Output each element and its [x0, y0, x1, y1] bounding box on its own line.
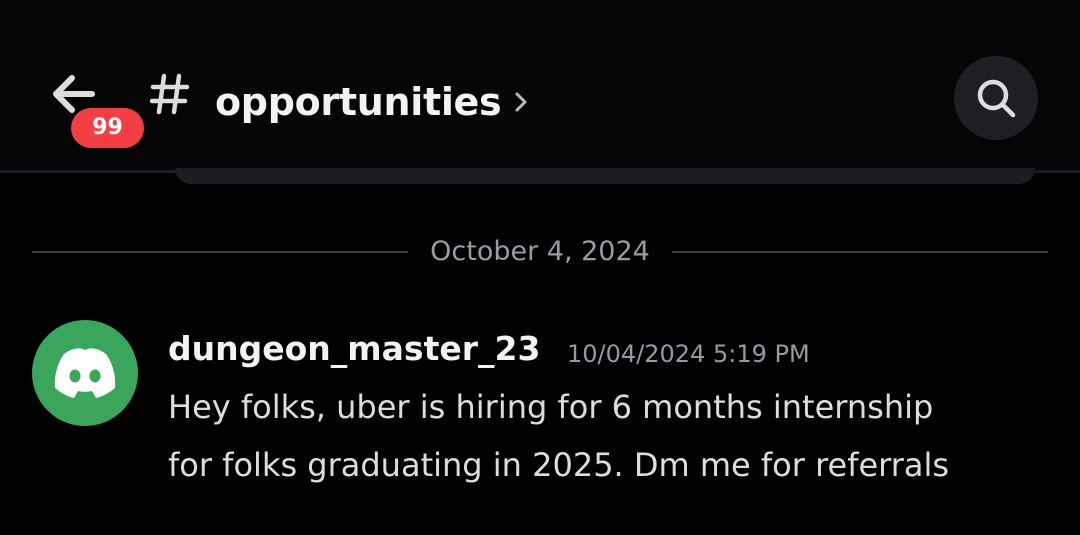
avatar[interactable] [32, 320, 138, 426]
divider-line [32, 251, 408, 253]
message-line: Hey folks, uber is hiring for 6 months i… [168, 388, 934, 426]
divider-line [672, 251, 1048, 253]
search-icon [977, 79, 1016, 118]
message-line: for folks graduating in 2025. Dm me for … [168, 446, 950, 484]
header-shelf [175, 168, 1035, 184]
channel-name[interactable]: opportunities [215, 78, 502, 126]
discord-logo-icon [54, 348, 116, 398]
message-timestamp: 10/04/2024 5:19 PM [567, 340, 810, 368]
date-label: October 4, 2024 [430, 236, 650, 267]
channel-header: 99 opportunities [0, 0, 1080, 172]
hash-icon [150, 73, 190, 115]
unread-count-badge: 99 [71, 108, 144, 148]
search-button[interactable] [954, 56, 1038, 140]
message-content: Hey folks, uber is hiring for 6 months i… [168, 378, 1048, 494]
date-divider: October 4, 2024 [32, 230, 1048, 274]
chevron-right-icon[interactable] [513, 90, 529, 114]
message-author[interactable]: dungeon_master_23 [168, 326, 540, 372]
